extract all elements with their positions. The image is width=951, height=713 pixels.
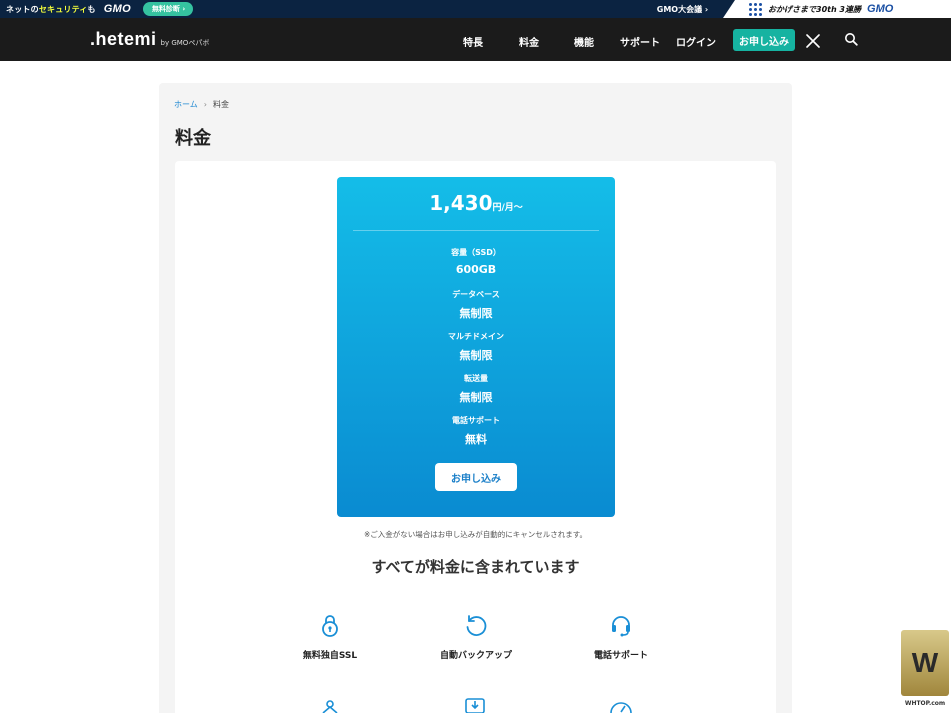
gmo-top-bar: ネットのセキュリティも GMO 無料診断 › GMO大会議 › おかげさまで30… [0, 0, 951, 18]
spec-label: 容量（SSD） [451, 248, 501, 257]
spec-label: 転送量 [464, 374, 488, 383]
spec-value: 無料 [465, 433, 487, 446]
x-twitter-icon[interactable] [806, 34, 820, 48]
nav-login[interactable]: ログイン [676, 34, 716, 49]
price-amount: 1,430 [429, 191, 493, 215]
header-apply-button[interactable]: お申し込み [733, 29, 795, 51]
spec-value: 無制限 [459, 307, 493, 320]
search-icon[interactable] [844, 32, 858, 46]
security-highlight: セキュリティ [38, 4, 88, 14]
plan-card: 1,430円/月〜 容量（SSD） 600GB データベース 無制限 マルチドメ… [337, 177, 615, 517]
headset-icon [612, 616, 630, 637]
spec-database: データベース 無制限 [337, 289, 615, 321]
spec-value: 無制限 [459, 391, 493, 404]
spec-label: 電話サポート [452, 416, 500, 425]
breadcrumb-home[interactable]: ホーム [174, 99, 198, 110]
download-icon [465, 698, 485, 713]
price-unit: 円/月〜 [492, 203, 523, 213]
feature-phone-support: 電話サポート [561, 614, 681, 661]
plan-price: 1,430円/月〜 [337, 191, 615, 215]
feature-label: 無料独自SSL [302, 651, 358, 661]
feature-label: 自動バックアップ [439, 651, 512, 661]
spec-label: マルチドメイン [448, 332, 504, 341]
feature-label: 電話サポート [593, 651, 648, 661]
gmo-anniversary-banner[interactable]: おかげさまで30th 3連勝 GMO [723, 0, 951, 18]
gmo-logo[interactable]: GMO [104, 3, 131, 15]
security-suffix: も [87, 4, 96, 14]
speed-meter-icon [610, 702, 632, 713]
spec-value: 無制限 [459, 349, 493, 362]
breadcrumb: ホーム › 料金 [174, 99, 229, 110]
lock-icon [322, 615, 338, 637]
spec-label: データベース [452, 290, 500, 299]
spec-transfer: 転送量 無制限 [337, 373, 615, 405]
price-divider [353, 230, 599, 231]
grid-dots-icon [749, 2, 762, 16]
whtop-watermark: W WHTOP.com [899, 630, 951, 713]
page-title: 料金 [175, 128, 211, 149]
gmo-logo-right: GMO [867, 3, 894, 15]
nav-features[interactable]: 特長 [463, 34, 483, 49]
gmo-conference-link[interactable]: GMO大会議 › [630, 0, 735, 18]
security-tagline[interactable]: ネットのセキュリティも [6, 4, 96, 15]
brand-name: .hetemi [90, 29, 157, 49]
spec-multidomain: マルチドメイン 無制限 [337, 331, 615, 363]
cancellation-note: ※ご入金がない場合はお申し込みが自動的にキャンセルされます。 [363, 530, 588, 539]
nav-functions[interactable]: 機能 [574, 34, 594, 49]
included-heading: すべてが料金に含まれています [371, 558, 580, 576]
network-icon [322, 700, 338, 713]
brand-logo[interactable]: .hetemi by GMOペパボ [90, 29, 209, 50]
breadcrumb-separator: › [203, 100, 207, 109]
site-header: .hetemi by GMOペパボ 特長 料金 機能 サポート ログイン お申し… [0, 18, 951, 61]
spec-phone-support: 電話サポート 無料 [337, 415, 615, 447]
breadcrumb-current: 料金 [212, 100, 229, 109]
security-prefix: ネットの [6, 4, 39, 14]
backup-icon [466, 615, 487, 636]
free-diagnosis-badge[interactable]: 無料診断 › [142, 2, 194, 16]
brand-by: by GMOペパボ [160, 39, 210, 47]
spec-storage: 容量（SSD） 600GB [337, 247, 615, 276]
nav-support[interactable]: サポート [620, 34, 660, 49]
feature-backup: 自動バックアップ [416, 614, 536, 661]
gmo-left-group: ネットのセキュリティも GMO 無料診断 › [0, 0, 194, 18]
whtop-logo-icon: W [901, 630, 949, 696]
nav-pricing[interactable]: 料金 [519, 34, 539, 49]
plan-apply-button[interactable]: お申し込み [435, 463, 517, 491]
spec-value: 600GB [455, 263, 497, 276]
watermark-text: WHTOP.com [904, 700, 946, 707]
feature-ssl: 無料独自SSL [270, 614, 390, 661]
anniversary-text: おかげさまで30th 3連勝 [768, 4, 862, 14]
